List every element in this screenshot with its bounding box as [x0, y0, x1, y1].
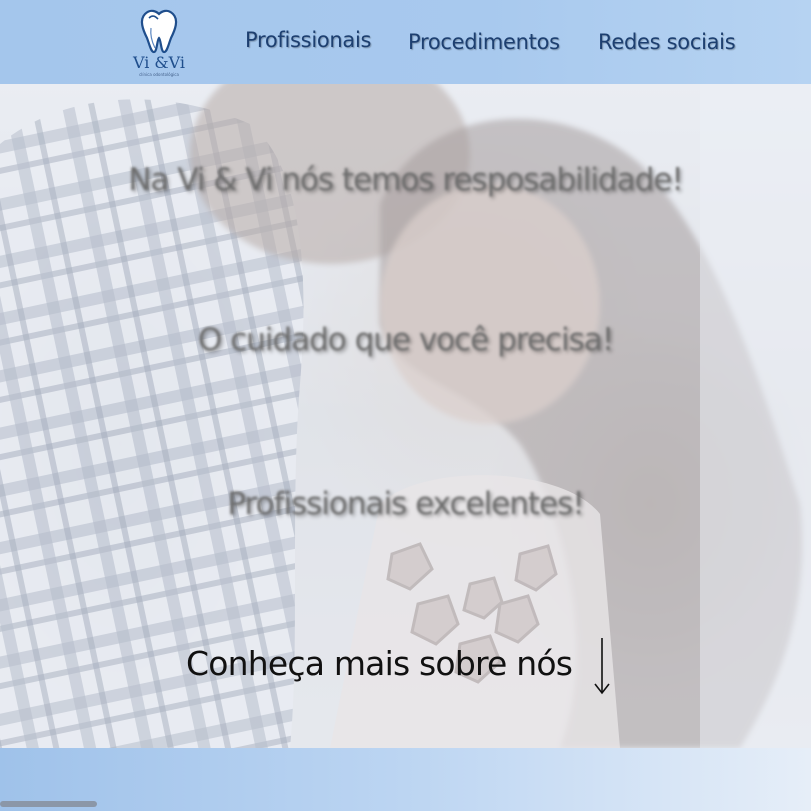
- footer-band: [0, 748, 811, 811]
- tooth-icon: [140, 9, 178, 54]
- nav-item-procedimentos[interactable]: Procedimentos: [408, 30, 560, 54]
- brand-subtitle: clínica odontológica: [139, 72, 179, 77]
- hero-tagline-responsibility: Na Vi & Vi nós temos resposabilidade!: [128, 162, 684, 198]
- hero-tagline-care: O cuidado que você precisa!: [197, 322, 614, 358]
- learn-more-link[interactable]: Conheça mais sobre nós: [186, 644, 573, 683]
- brand-logo[interactable]: Vi &Vi clínica odontológica: [128, 8, 190, 78]
- nav-item-profissionais[interactable]: Profissionais: [245, 28, 371, 52]
- top-navbar: Vi &Vi clínica odontológica Profissionai…: [0, 0, 811, 84]
- horizontal-scrollbar[interactable]: [0, 801, 97, 807]
- nav-item-redes-sociais[interactable]: Redes sociais: [598, 30, 736, 54]
- hero-tagline-professionals: Profissionais excelentes!: [227, 486, 584, 522]
- hero-section: Na Vi & Vi nós temos resposabilidade! O …: [0, 84, 811, 748]
- arrow-down-icon[interactable]: [590, 636, 614, 696]
- brand-name: Vi &Vi: [132, 53, 186, 72]
- page: Vi &Vi clínica odontológica Profissionai…: [0, 0, 811, 811]
